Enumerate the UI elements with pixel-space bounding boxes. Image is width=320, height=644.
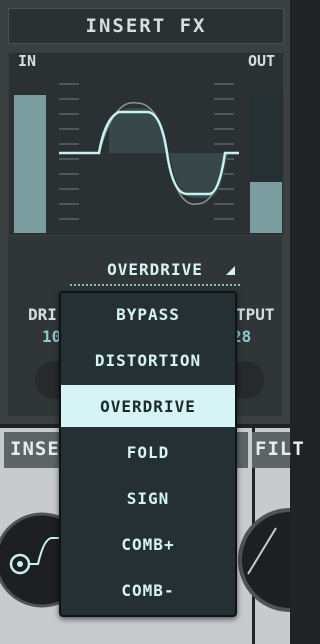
output-meter-level bbox=[250, 182, 282, 233]
menu-item-comb-plus[interactable]: COMB+ bbox=[61, 523, 235, 565]
mode-select[interactable]: OVERDRIVE bbox=[70, 254, 240, 286]
filter-module-title: FILT bbox=[255, 438, 305, 460]
input-meter-level bbox=[14, 95, 46, 233]
panel-title-bar: INSERT FX bbox=[8, 8, 284, 44]
waveform-fill bbox=[109, 108, 229, 198]
input-meter bbox=[14, 93, 46, 233]
filter-module-knob[interactable] bbox=[236, 478, 290, 618]
menu-item-comb-minus[interactable]: COMB- bbox=[61, 569, 235, 611]
drive-label: DRI bbox=[28, 305, 57, 324]
panel-title: INSERT FX bbox=[85, 15, 207, 37]
menu-item-bypass[interactable]: BYPASS bbox=[61, 293, 235, 335]
dropdown-arrow-icon[interactable] bbox=[226, 266, 235, 275]
output-param-label: TPUT bbox=[236, 305, 275, 324]
mode-dropdown-menu: BYPASS DISTORTION OVERDRIVE FOLD SIGN CO… bbox=[59, 291, 237, 617]
mode-selected-label: OVERDRIVE bbox=[107, 259, 203, 279]
insert-module-title: INSE bbox=[10, 438, 60, 460]
output-label: OUT bbox=[248, 52, 276, 70]
menu-item-overdrive[interactable]: OVERDRIVE bbox=[61, 385, 235, 427]
waveform-display bbox=[8, 52, 284, 236]
menu-item-distortion[interactable]: DISTORTION bbox=[61, 339, 235, 381]
menu-item-sign[interactable]: SIGN bbox=[61, 477, 235, 519]
waveform-graph bbox=[59, 101, 239, 205]
input-label: IN bbox=[18, 52, 37, 70]
menu-item-fold[interactable]: FOLD bbox=[61, 431, 235, 473]
output-meter bbox=[250, 93, 282, 233]
